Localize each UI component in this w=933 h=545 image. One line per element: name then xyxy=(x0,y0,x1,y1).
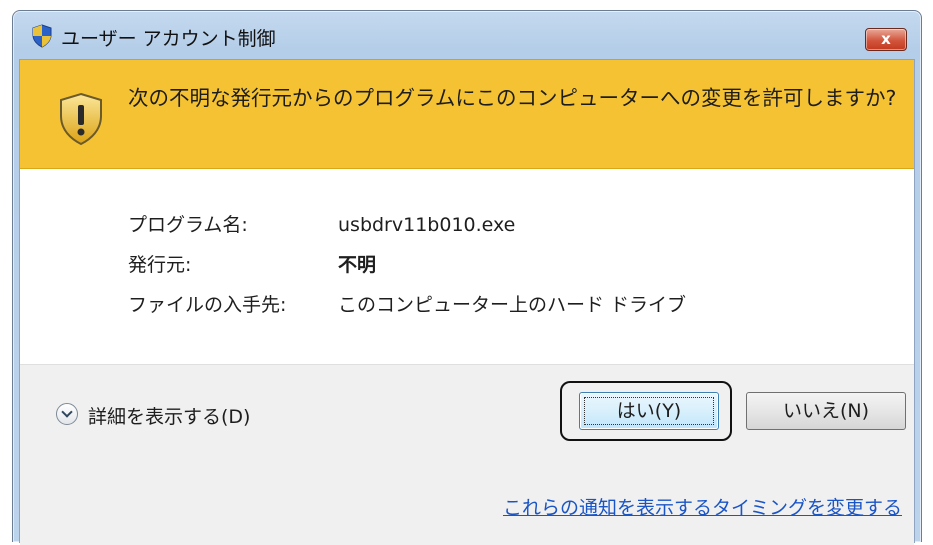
file-origin-label: ファイルの入手先: xyxy=(128,294,287,316)
file-origin-value: このコンピューター上のハード ドライブ xyxy=(338,294,687,316)
no-button[interactable]: いいえ(N) xyxy=(746,392,906,430)
window-title: ユーザー アカウント制御 xyxy=(61,28,276,50)
file-origin-row: ファイルの入手先: このコンピューター上のハード ドライブ xyxy=(128,290,686,317)
warning-banner: 次の不明な発行元からのプログラムにこのコンピューターへの変更を許可しますか? xyxy=(20,60,914,169)
yes-button[interactable]: はい(Y) xyxy=(579,392,719,430)
close-button[interactable]: x xyxy=(865,28,907,51)
notification-settings-link[interactable]: これらの通知を表示するタイミングを変更する xyxy=(503,493,902,520)
title-bar[interactable]: ユーザー アカウント制御 x xyxy=(13,11,921,59)
publisher-label: 発行元: xyxy=(128,254,192,276)
publisher-row: 発行元: 不明 xyxy=(128,250,376,277)
program-name-row: プログラム名: usbdrv11b010.exe xyxy=(128,210,515,237)
focus-dots xyxy=(584,397,714,425)
uac-dialog: ユーザー アカウント制御 x 次の不明な発行元からのプログラムにこのコンピュータ… xyxy=(12,10,922,545)
close-icon: x xyxy=(881,30,891,48)
program-name-value: usbdrv11b010.exe xyxy=(338,214,516,236)
banner-message: 次の不明な発行元からのプログラムにこのコンピューターへの変更を許可しますか? xyxy=(128,86,897,110)
publisher-value: 不明 xyxy=(338,254,377,276)
chevron-down-icon[interactable] xyxy=(56,403,78,425)
no-button-label: いいえ(N) xyxy=(782,400,870,422)
dialog-footer: 詳細を表示する(D) はい(Y) いいえ(N) これらの通知を表示するタイミング… xyxy=(20,364,914,545)
uac-shield-icon xyxy=(32,24,52,48)
dialog-content: 次の不明な発行元からのプログラムにこのコンピューターへの変更を許可しますか? プ… xyxy=(19,59,915,545)
warning-shield-icon xyxy=(60,92,102,146)
show-details-toggle[interactable]: 詳細を表示する(D) xyxy=(88,402,250,429)
program-name-label: プログラム名: xyxy=(128,214,248,236)
